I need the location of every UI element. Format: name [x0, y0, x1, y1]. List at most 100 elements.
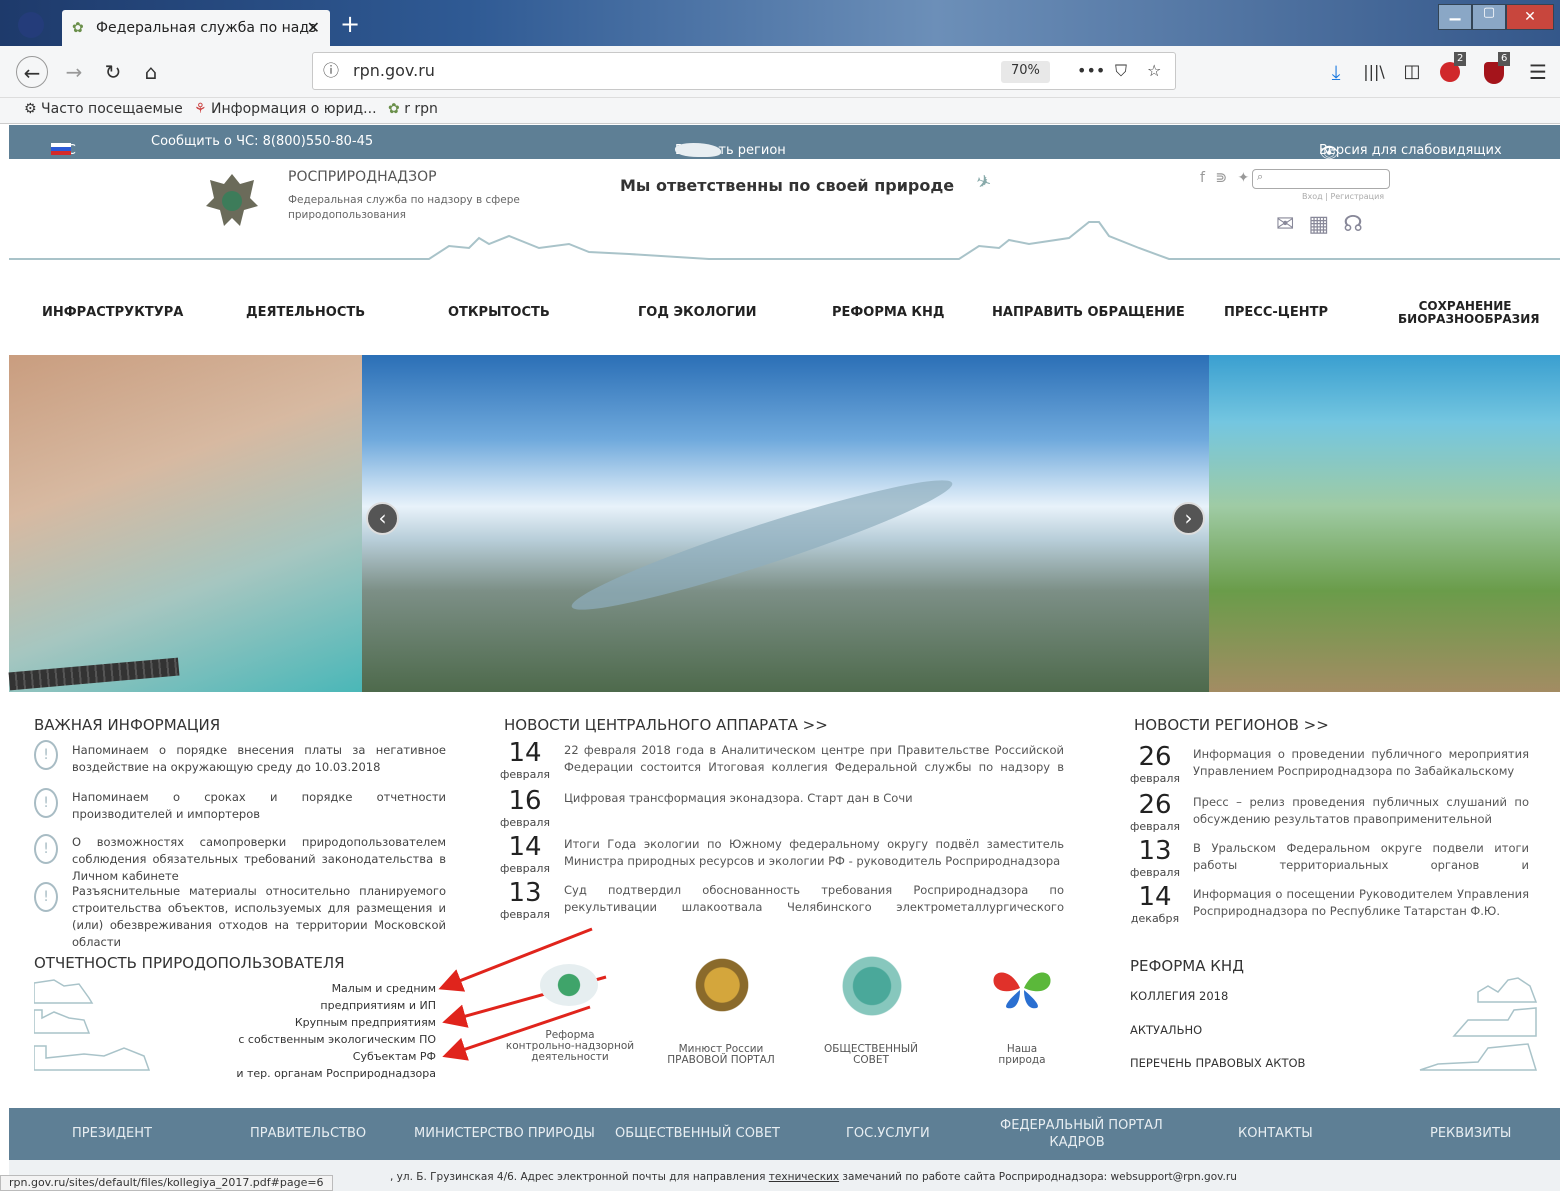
- menu-press-center[interactable]: ПРЕСС-ЦЕНТР: [1224, 305, 1328, 320]
- pocket-icon[interactable]: ⛉: [1115, 53, 1127, 89]
- important-item-3[interactable]: О возможностях самопроверки природопольз…: [72, 834, 446, 885]
- new-tab-icon[interactable]: +: [340, 10, 360, 38]
- back-icon[interactable]: ←: [16, 56, 48, 88]
- nasha-priroda-butterfly-logo[interactable]: [990, 966, 1054, 1010]
- ublock-icon[interactable]: 6: [1480, 52, 1512, 88]
- regional-news-day: 14: [1138, 882, 1172, 912]
- url-bar[interactable]: ⓘ rpn.gov.ru 70% ••• ⛉ ☆: [312, 52, 1176, 90]
- eye-icon: 👁: [1319, 143, 1340, 162]
- browser-tab[interactable]: ✿ Федеральная служба по надз ✕: [62, 10, 330, 46]
- minjust-emblem-logo[interactable]: [692, 954, 752, 1016]
- footer-hr-portal[interactable]: ФЕДЕРАЛЬНЫЙ ПОРТАЛ КАДРОВ: [1000, 1117, 1163, 1151]
- slider-next-button[interactable]: ›: [1172, 502, 1205, 535]
- important-item-4[interactable]: Разъяснительные материалы относительно п…: [72, 883, 446, 951]
- bookmark-star-icon[interactable]: ☆: [1147, 53, 1161, 89]
- central-news-text[interactable]: Цифровая трансформация эконадзора. Старт…: [564, 790, 1064, 824]
- auth-links[interactable]: Вход | Регистрация: [1302, 192, 1384, 201]
- footer-president[interactable]: ПРЕЗИДЕНТ: [72, 1126, 152, 1141]
- menu-send-appeal[interactable]: НАПРАВИТЬ ОБРАЩЕНИЕ: [992, 305, 1185, 320]
- menu-infrastructure[interactable]: ИНФРАСТРУКТУРА: [42, 305, 183, 320]
- reporting-link-small-2[interactable]: предприятиям и ИП: [200, 997, 436, 1014]
- reload-icon[interactable]: ↻: [97, 56, 129, 88]
- footer-requisites[interactable]: РЕКВИЗИТЫ: [1430, 1126, 1511, 1141]
- social-icons[interactable]: f ⋑ ✦: [1200, 170, 1252, 186]
- bookmarks-toolbar: ⚙ Часто посещаемые ⚘ Информация о юрид..…: [0, 98, 1560, 124]
- technical-link[interactable]: технических: [769, 1171, 839, 1183]
- menu-knd-reform[interactable]: РЕФОРМА КНД: [832, 305, 945, 320]
- home-icon[interactable]: ⌂: [135, 56, 167, 88]
- forward-icon[interactable]: →: [58, 56, 90, 88]
- reporting-link-subjects-2[interactable]: и тер. органам Росприроднадзора: [200, 1065, 436, 1082]
- menu-activity[interactable]: ДЕЯТЕЛЬНОСТЬ: [246, 305, 365, 320]
- adblock-icon[interactable]: 2: [1436, 52, 1468, 88]
- central-news-day: 14: [508, 738, 542, 768]
- search-icon: ⌕: [1257, 170, 1264, 183]
- important-icon: !: [34, 834, 58, 864]
- page-actions-icon[interactable]: •••: [1077, 53, 1105, 89]
- footer-gosuslugi[interactable]: ГОС.УСЛУГИ: [846, 1126, 930, 1141]
- sidebar-icon[interactable]: ◫: [1396, 56, 1428, 88]
- regional-news-text[interactable]: Информация о посещении Руководителем Упр…: [1193, 886, 1529, 920]
- knd-link-collegium[interactable]: КОЛЛЕГИЯ 2018: [1130, 989, 1228, 1003]
- downloads-icon[interactable]: ⤓: [1320, 56, 1352, 88]
- partner-knd-reform[interactable]: Реформа контрольно-надзорной деятельности: [500, 1030, 640, 1063]
- regional-news-month: февраля: [1129, 866, 1181, 879]
- zoom-level[interactable]: 70%: [1001, 61, 1050, 83]
- reporting-links[interactable]: Малым и средним предприятиям и ИП Крупны…: [200, 980, 436, 1082]
- site-top-bar: РУС Сообщить о ЧС: 8(800)550-80-45 Выбра…: [9, 125, 1560, 162]
- reporting-title: ОТЧЕТНОСТЬ ПРИРОДОПОЛЬЗОВАТЕЛЯ: [34, 954, 345, 972]
- partner-public-council[interactable]: ОБЩЕСТВЕННЫЙ СОВЕТ: [810, 1044, 932, 1066]
- knd-link-actual[interactable]: АКТУАЛЬНО: [1130, 1023, 1202, 1037]
- footer-public-council[interactable]: ОБЩЕСТВЕННЫЙ СОВЕТ: [615, 1126, 780, 1141]
- menu-biodiversity[interactable]: СОХРАНЕНИЕ БИОРАЗНООБРАЗИЯ: [1398, 300, 1539, 326]
- reporting-link-large-2[interactable]: с собственным экологическим ПО: [200, 1031, 436, 1048]
- central-news-day: 13: [508, 878, 542, 908]
- menu-openness[interactable]: ОТКРЫТОСТЬ: [448, 305, 550, 320]
- skyline-decoration: [9, 221, 1560, 260]
- reporting-link-subjects[interactable]: Субъектам РФ: [200, 1048, 436, 1065]
- regional-news-title[interactable]: НОВОСТИ РЕГИОНОВ >>: [1134, 716, 1329, 734]
- slide-prev-image[interactable]: [8, 355, 362, 692]
- partner-nasha-priroda[interactable]: Наша природа: [980, 1044, 1064, 1066]
- bookmark-rpn[interactable]: ✿ r rpn: [388, 101, 438, 117]
- important-item-2[interactable]: Напоминаем о сроках и порядке отчетности…: [72, 789, 446, 823]
- reporting-link-large[interactable]: Крупным предприятиям: [200, 1014, 436, 1031]
- footer-contacts[interactable]: КОНТАКТЫ: [1238, 1126, 1313, 1141]
- central-news-text[interactable]: 22 февраля 2018 года в Аналитическом цен…: [564, 742, 1064, 776]
- regional-news-month: февраля: [1129, 772, 1181, 785]
- footer-bar: [9, 1108, 1560, 1160]
- window-close-icon[interactable]: ✕: [1506, 4, 1554, 30]
- bookmark-most-visited[interactable]: ⚙ Часто посещаемые: [24, 101, 183, 117]
- slider-prev-button[interactable]: ‹: [366, 502, 399, 535]
- footer-ministry[interactable]: МИНИСТЕРСТВО ПРИРОДЫ: [414, 1126, 595, 1141]
- regional-news-text[interactable]: Информация о проведении публичного мероп…: [1193, 746, 1529, 780]
- footer-government[interactable]: ПРАВИТЕЛЬСТВО: [250, 1126, 366, 1141]
- central-news-text[interactable]: Итоги Года экологии по Южному федерально…: [564, 836, 1064, 870]
- central-news-text[interactable]: Суд подтвердил обоснованность требования…: [564, 882, 1064, 916]
- menu-ecology-year[interactable]: ГОД ЭКОЛОГИИ: [638, 305, 757, 320]
- important-item-1[interactable]: Напоминаем о порядке внесения платы за н…: [72, 742, 446, 776]
- partner-minjust[interactable]: Минюст России ПРАВОВОЙ ПОРТАЛ: [660, 1044, 782, 1066]
- slide-main-image[interactable]: [362, 355, 1209, 692]
- important-icon: !: [34, 882, 58, 912]
- search-input[interactable]: ⌕: [1252, 169, 1390, 189]
- browser-menu-icon[interactable]: [18, 12, 44, 38]
- regional-news-day: 26: [1138, 790, 1172, 820]
- library-icon[interactable]: |||\: [1358, 56, 1390, 88]
- maximize-icon[interactable]: ▢: [1472, 4, 1506, 30]
- regional-news-text[interactable]: Пресс – релиз проведения публичных слуша…: [1193, 794, 1529, 828]
- public-council-emblem-logo[interactable]: [838, 954, 906, 1018]
- knd-reform-logo[interactable]: [540, 964, 598, 1006]
- reporting-link-small[interactable]: Малым и средним: [200, 980, 436, 997]
- hamburger-menu-icon[interactable]: ☰: [1522, 56, 1554, 88]
- central-news-month: февраля: [499, 862, 551, 875]
- central-news-day: 14: [508, 832, 542, 862]
- bookmark-legal-info[interactable]: ⚘ Информация о юрид...: [194, 101, 377, 117]
- knd-link-legal-acts[interactable]: ПЕРЕЧЕНЬ ПРАВОВЫХ АКТОВ: [1130, 1056, 1305, 1070]
- slide-next-image[interactable]: [1209, 355, 1560, 692]
- central-news-title[interactable]: НОВОСТИ ЦЕНТРАЛЬНОГО АППАРАТА >>: [504, 716, 828, 734]
- close-tab-icon[interactable]: ✕: [307, 10, 320, 46]
- plane-icon: ✈: [972, 170, 995, 195]
- minimize-icon[interactable]: ▁: [1438, 4, 1472, 30]
- regional-news-text[interactable]: В Уральском Федеральном округе подвели и…: [1193, 840, 1529, 874]
